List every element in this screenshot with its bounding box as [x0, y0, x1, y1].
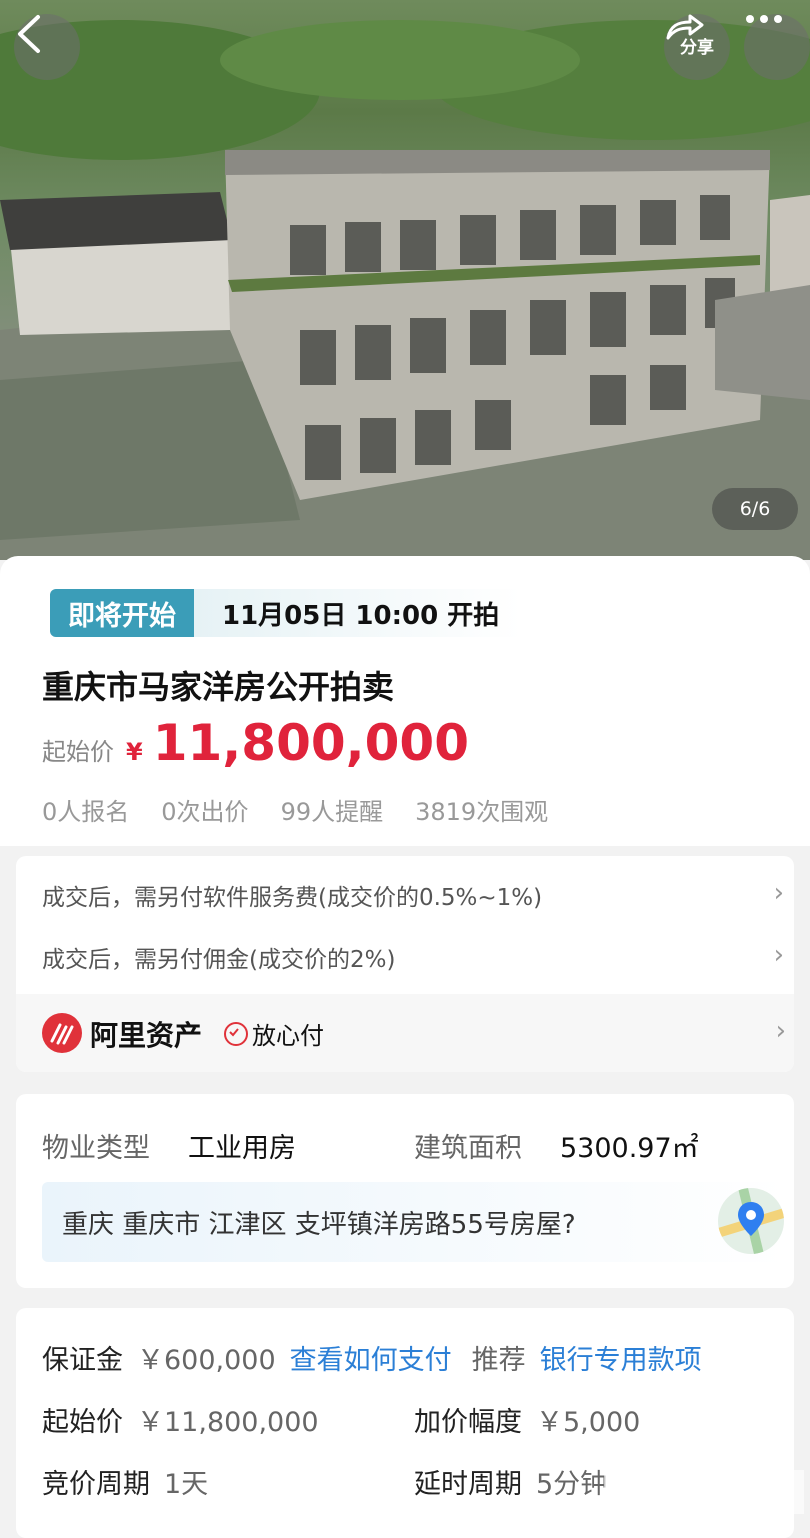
- extension-label: 延时周期: [414, 1469, 522, 1500]
- map-pin-icon[interactable]: [718, 1188, 784, 1254]
- cycle-row: 竞价周期 1天: [42, 1462, 208, 1501]
- chevron-right-icon: ›: [775, 1016, 786, 1046]
- watermark-overlay: [604, 1470, 804, 1514]
- start-price-label: 起始价: [42, 738, 114, 766]
- ali-asset-logo-icon: [42, 1013, 82, 1053]
- deposit-row: 保证金 ￥600,000 查看如何支付 推荐 银行专用款项: [42, 1338, 702, 1377]
- more-button[interactable]: [744, 14, 810, 80]
- start-price-info-row: 起始价 ￥11,800,000: [42, 1400, 319, 1439]
- share-button[interactable]: 分享: [664, 14, 730, 80]
- auction-stats: 0人报名 0次出价 99人提醒 3819次围观: [42, 792, 548, 827]
- service-fee-row[interactable]: 成交后，需另付软件服务费(成交价的0.5%~1%) ›: [42, 878, 792, 912]
- recommend-link[interactable]: 银行专用款项: [540, 1338, 702, 1377]
- start-price-row: 起始价 ¥ 11,800,000: [42, 714, 469, 772]
- fees-card: 成交后，需另付软件服务费(成交价的0.5%~1%) › 成交后，需另付佣金(成交…: [16, 856, 794, 1072]
- cycle-value: 1天: [164, 1469, 209, 1500]
- service-fee-text: 成交后，需另付软件服务费(成交价的0.5%~1%): [42, 885, 543, 911]
- property-photo[interactable]: 分享 6/6: [0, 0, 810, 560]
- back-button[interactable]: [14, 14, 80, 80]
- building-area-label: 建筑面积: [414, 1133, 522, 1164]
- guarantee-label: 放心付: [252, 1022, 324, 1050]
- chevron-right-icon: ›: [773, 878, 784, 908]
- increment-row: 加价幅度 ￥5,000: [414, 1400, 640, 1439]
- reminder-count: 99人提醒: [280, 798, 384, 826]
- increment-value: ￥5,000: [536, 1407, 641, 1438]
- recommend-label: 推荐: [471, 1345, 526, 1376]
- building-area-value: 5300.97㎡: [560, 1133, 699, 1164]
- provider-name: 阿里资产: [90, 1019, 203, 1052]
- page-title: 重庆市马家洋房公开拍卖: [42, 668, 395, 706]
- extension-row: 延时周期 5分钟: [414, 1462, 607, 1501]
- deposit-label: 保证金: [42, 1345, 123, 1376]
- building-illustration: [0, 20, 810, 560]
- status-badge-label: 即将开始: [50, 589, 194, 637]
- commission-row[interactable]: 成交后，需另付佣金(成交价的2%) ›: [42, 940, 792, 974]
- deposit-value: ￥600,000: [137, 1345, 276, 1376]
- address-box[interactable]: 重庆 重庆市 江津区 支坪镇洋房路55号房屋?: [42, 1182, 787, 1262]
- commission-text: 成交后，需另付佣金(成交价的2%): [42, 947, 396, 973]
- chevron-right-icon: ›: [773, 940, 784, 970]
- chevron-left-icon: [18, 15, 40, 53]
- start-price-info-label: 起始价: [42, 1407, 123, 1438]
- image-counter: 6/6: [712, 488, 798, 530]
- auction-summary-card: 即将开始 11月05日 10:00 开拍 重庆市马家洋房公开拍卖 起始价 ¥ 1…: [0, 556, 810, 846]
- extension-value: 5分钟: [536, 1469, 608, 1500]
- currency-symbol: ¥: [126, 738, 143, 766]
- start-price-value: 11,800,000: [152, 714, 470, 772]
- check-circle-icon: [224, 1022, 248, 1046]
- increment-label: 加价幅度: [414, 1407, 522, 1438]
- bid-count: 0次出价: [161, 798, 249, 826]
- share-icon: [666, 14, 704, 40]
- signup-count: 0人报名: [42, 798, 130, 826]
- property-address: 重庆 重庆市 江津区 支坪镇洋房路55号房屋?: [62, 1210, 576, 1240]
- auction-start-time: 11月05日 10:00 开拍: [194, 589, 522, 637]
- status-badge: 即将开始 11月05日 10:00 开拍: [50, 589, 522, 637]
- property-type-label: 物业类型: [42, 1133, 150, 1164]
- how-to-pay-link[interactable]: 查看如何支付: [290, 1338, 452, 1377]
- property-type-value: 工业用房: [188, 1133, 296, 1164]
- property-info-card: 物业类型 工业用房 建筑面积 5300.97㎡ 重庆 重庆市 江津区 支坪镇洋房…: [16, 1094, 794, 1288]
- cycle-label: 竞价周期: [42, 1469, 150, 1500]
- view-count: 3819次围观: [415, 798, 549, 826]
- start-price-info-value: ￥11,800,000: [137, 1407, 319, 1438]
- more-dots-icon: [746, 15, 782, 23]
- provider-row[interactable]: 阿里资产 放心付 ›: [16, 994, 794, 1072]
